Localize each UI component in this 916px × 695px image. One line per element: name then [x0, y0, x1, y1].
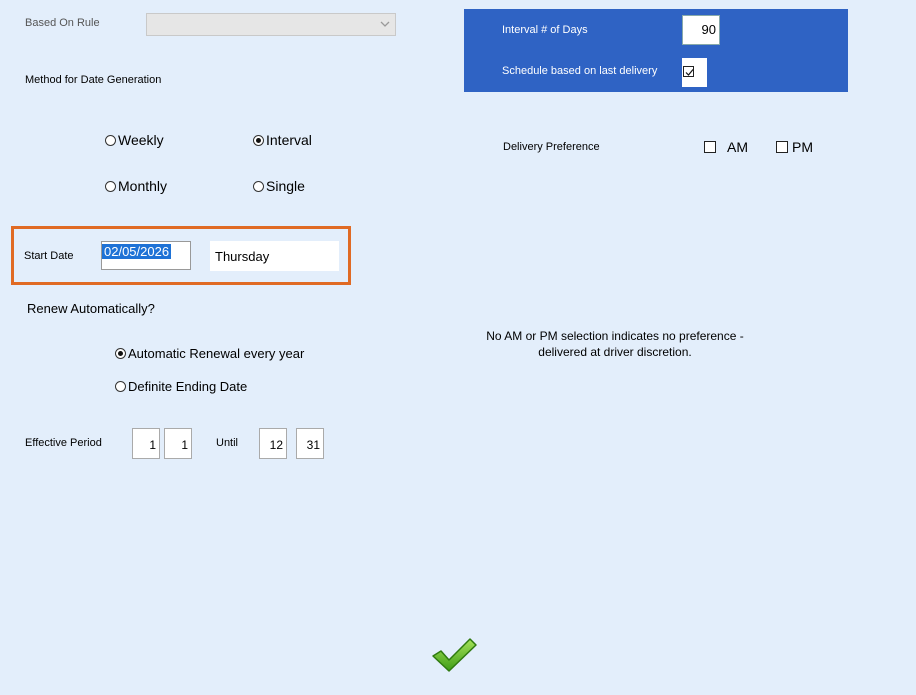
- am-checkbox-group[interactable]: AM: [704, 139, 748, 155]
- based-on-rule-dropdown[interactable]: [146, 13, 396, 36]
- interval-panel: Interval # of Days 90 Schedule based on …: [464, 9, 848, 92]
- chevron-down-icon: [380, 21, 390, 27]
- effective-from-month-input[interactable]: 1: [132, 428, 160, 459]
- pm-checkbox-group[interactable]: PM: [776, 139, 813, 155]
- delivery-note: No AM or PM selection indicates no prefe…: [465, 328, 765, 360]
- am-label: AM: [727, 139, 748, 155]
- pm-checkbox[interactable]: [776, 141, 788, 153]
- am-checkbox[interactable]: [704, 141, 716, 153]
- delivery-note-line2: delivered at driver discretion.: [538, 345, 692, 359]
- confirm-button[interactable]: [430, 636, 478, 674]
- start-date-input[interactable]: 02/05/2026: [101, 241, 191, 270]
- until-label: Until: [216, 437, 239, 449]
- schedule-last-delivery-checkbox-area[interactable]: [682, 58, 707, 87]
- schedule-last-delivery-checkbox[interactable]: [683, 66, 694, 77]
- radio-interval[interactable]: Interval: [253, 132, 312, 148]
- radio-auto-renewal-label: Automatic Renewal every year: [128, 346, 305, 361]
- radio-weekly-label: Weekly: [118, 132, 164, 148]
- schedule-last-delivery-label: Schedule based on last delivery: [502, 65, 658, 77]
- delivery-preference-label: Delivery Preference: [503, 141, 600, 153]
- effective-period-label: Effective Period: [25, 437, 102, 449]
- effective-from-day-input[interactable]: 1: [164, 428, 192, 459]
- delivery-note-line1: No AM or PM selection indicates no prefe…: [486, 329, 744, 343]
- start-date-value: 02/05/2026: [102, 244, 172, 259]
- pm-label: PM: [792, 139, 813, 155]
- radio-button-icon[interactable]: [253, 180, 264, 192]
- interval-days-input[interactable]: 90: [682, 15, 720, 45]
- radio-interval-label: Interval: [266, 132, 312, 148]
- radio-button-icon[interactable]: [115, 381, 126, 392]
- radio-definite-end-label: Definite Ending Date: [128, 379, 248, 394]
- radio-monthly[interactable]: Monthly: [105, 178, 167, 194]
- radio-button-selected-icon[interactable]: [253, 134, 264, 146]
- radio-button-icon[interactable]: [105, 134, 116, 146]
- interval-days-label: Interval # of Days: [502, 24, 588, 36]
- based-on-rule-label: Based On Rule: [25, 17, 100, 29]
- start-date-label: Start Date: [24, 250, 74, 262]
- radio-definite-end[interactable]: Definite Ending Date: [115, 379, 247, 394]
- method-label: Method for Date Generation: [25, 74, 162, 86]
- radio-button-icon[interactable]: [105, 180, 116, 192]
- start-day-display: Thursday: [210, 241, 339, 271]
- check-icon: [685, 69, 694, 76]
- radio-monthly-label: Monthly: [118, 178, 168, 194]
- radio-single-label: Single: [266, 178, 305, 194]
- radio-weekly[interactable]: Weekly: [105, 132, 164, 148]
- effective-to-day-input[interactable]: 31: [296, 428, 324, 459]
- radio-single[interactable]: Single: [253, 178, 305, 194]
- checkmark-icon: [432, 638, 477, 672]
- effective-to-month-input[interactable]: 12: [259, 428, 287, 459]
- renew-label: Renew Automatically?: [27, 301, 155, 316]
- radio-auto-renewal[interactable]: Automatic Renewal every year: [115, 346, 304, 361]
- radio-button-selected-icon[interactable]: [115, 348, 126, 359]
